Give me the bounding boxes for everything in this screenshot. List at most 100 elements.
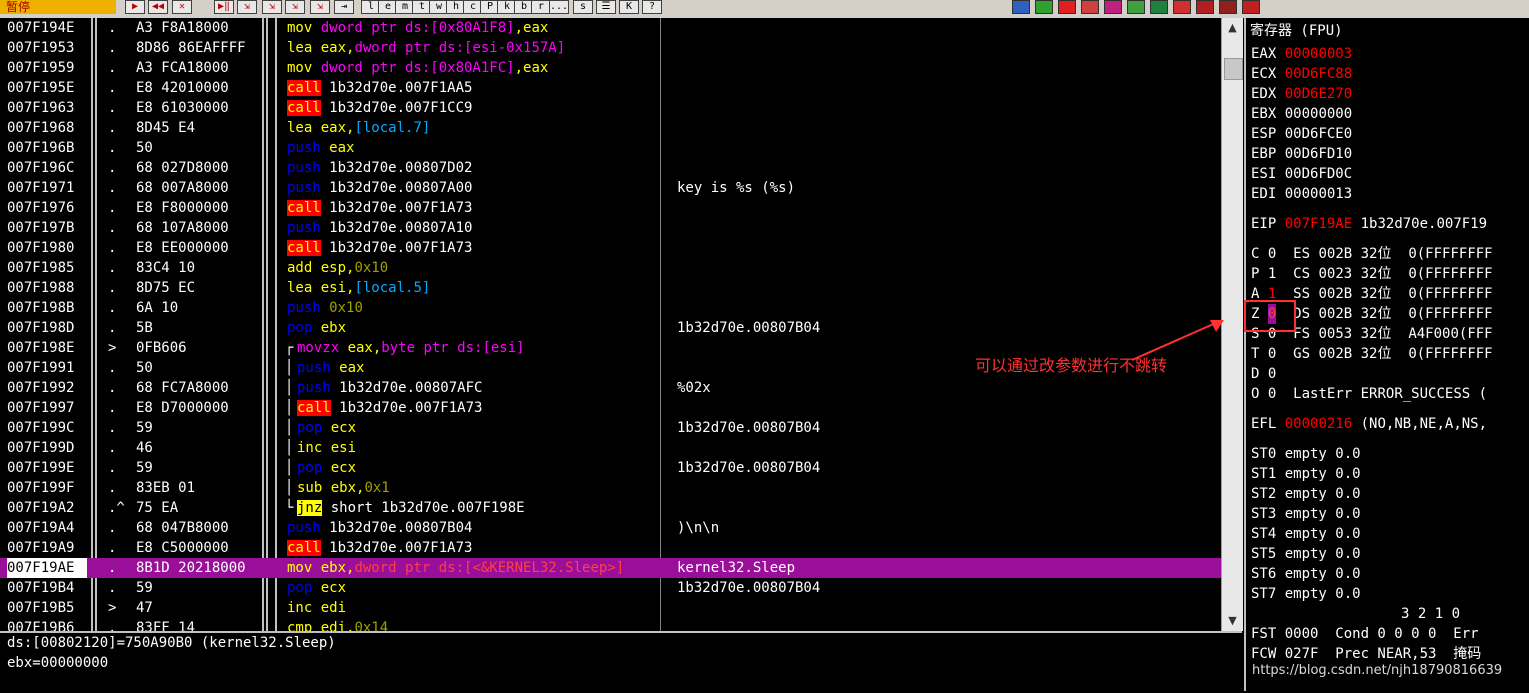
- instruction-row[interactable]: 007F199C. 59 │ pop ecx 1b32d70e.00807B04: [0, 418, 1221, 438]
- registers-title[interactable]: 寄存器 (FPU): [1250, 20, 1529, 42]
- log-icon[interactable]: [1173, 0, 1191, 14]
- instruction-row[interactable]: 007F1976. E8 F8000000 call 1b32d70e.007F1A…: [0, 198, 1221, 218]
- register-edi[interactable]: EDI 00000013: [1251, 184, 1529, 204]
- instruction-row[interactable]: 007F197B. 68 107A8000 push 1b32d70e.00807A…: [0, 218, 1221, 238]
- fpu-register-st6[interactable]: ST6 empty 0.0: [1251, 564, 1529, 584]
- fpu-register-st7[interactable]: ST7 empty 0.0: [1251, 584, 1529, 604]
- toolbar-button[interactable]: ◀◀: [148, 0, 168, 14]
- window-icon[interactable]: [1012, 0, 1030, 14]
- register-eax[interactable]: EAX 00000003: [1251, 44, 1529, 64]
- modules-icon[interactable]: [1150, 0, 1168, 14]
- scroll-thumb[interactable]: [1224, 58, 1243, 80]
- flag-d[interactable]: D 0: [1251, 364, 1529, 384]
- instruction-row[interactable]: 007F1953. 8D86 86EAFFFF lea eax,dword ptr …: [0, 38, 1221, 58]
- instruction-row[interactable]: 007F1968. 8D45 E4 lea eax,[local.7]: [0, 118, 1221, 138]
- register-value[interactable]: 00000013: [1285, 186, 1352, 202]
- toolbar-button[interactable]: ⇲: [262, 0, 282, 14]
- toolbar-button[interactable]: ⇲: [310, 0, 330, 14]
- toolbar-button[interactable]: ☰: [596, 0, 616, 14]
- toolbar-button[interactable]: ...: [549, 0, 569, 14]
- flag-t[interactable]: T 0 GS 002B 32位 0(FFFFFFFF: [1251, 344, 1529, 364]
- instruction-row[interactable]: 007F194E. A3 F8A18000 mov dword ptr ds:[0x…: [0, 18, 1221, 38]
- instruction-row[interactable]: 007F199F. 83EB 01 │ sub ebx,0x1: [0, 478, 1221, 498]
- toolbar-button[interactable]: ⇥: [334, 0, 354, 14]
- scroll-up-icon[interactable]: ▲: [1222, 18, 1243, 38]
- register-ecx[interactable]: ECX 00D6FC88: [1251, 64, 1529, 84]
- instruction-row[interactable]: 007F198D. 5B pop ebx 1b32d70e.00807B04: [0, 318, 1221, 338]
- register-esi[interactable]: ESI 00D6FD0C: [1251, 164, 1529, 184]
- scroll-down-icon[interactable]: ▼: [1222, 611, 1243, 631]
- instruction-row[interactable]: 007F19A4. 68 047B8000 push 1b32d70e.00807B…: [0, 518, 1221, 538]
- flag-c[interactable]: C 0 ES 002B 32位 0(FFFFFFFF: [1251, 244, 1529, 264]
- instruction-row[interactable]: 007F196B. 50 push eax: [0, 138, 1221, 158]
- breakpoint-icon[interactable]: [1081, 0, 1099, 14]
- memory-icon[interactable]: [1127, 0, 1145, 14]
- fpu-register-st4[interactable]: ST4 empty 0.0: [1251, 524, 1529, 544]
- info-pane[interactable]: ds:[00802120]=750A90B0 (kernel32.Sleep) …: [0, 631, 1242, 693]
- instruction-row[interactable]: 007F1963. E8 61030000 call 1b32d70e.007F1C…: [0, 98, 1221, 118]
- toolbar-button[interactable]: ✕: [172, 0, 192, 14]
- register-esp[interactable]: ESP 00D6FCE0: [1251, 124, 1529, 144]
- instruction-row[interactable]: 007F1997. E8 D7000000 │ call 1b32d70e.007F1…: [0, 398, 1221, 418]
- selected-instruction-row[interactable]: 007F19AE. 8B1D 20218000 mov ebx,dword ptr …: [0, 558, 1221, 578]
- instruction-row[interactable]: 007F19B4. 59 pop ecx 1b32d70e.00807B04: [0, 578, 1221, 598]
- fpu-register-st3[interactable]: ST3 empty 0.0: [1251, 504, 1529, 524]
- instruction-row[interactable]: 007F199D. 46 │ inc esi: [0, 438, 1221, 458]
- fpu-control-word[interactable]: FCW 027F Prec NEAR,53 掩码: [1251, 644, 1529, 664]
- instruction-row[interactable]: 007F1985. 83C4 10 add esp,0x10: [0, 258, 1221, 278]
- instruction-row[interactable]: 007F19A9. E8 C5000000 call 1b32d70e.007F1A…: [0, 538, 1221, 558]
- register-value[interactable]: 00000003: [1285, 46, 1352, 62]
- register-ebp[interactable]: EBP 00D6FD10: [1251, 144, 1529, 164]
- plugin-icon[interactable]: [1242, 0, 1260, 14]
- register-gap: [1276, 86, 1284, 102]
- register-edx[interactable]: EDX 00D6E270: [1251, 84, 1529, 104]
- register-value[interactable]: 00D6FCE0: [1285, 126, 1352, 142]
- instruction-row[interactable]: 007F1988. 8D75 EC lea esi,[local.5]: [0, 278, 1221, 298]
- patch-icon[interactable]: [1104, 0, 1122, 14]
- handles-icon[interactable]: [1058, 0, 1076, 14]
- instruction-row[interactable]: 007F19A2 .^ 75 EA └ jnz short 1b32d70e.007F1…: [0, 498, 1221, 518]
- instruction-row[interactable]: 007F1980. E8 EE000000 call 1b32d70e.007F1A…: [0, 238, 1221, 258]
- register-gap: [1276, 66, 1284, 82]
- threads-icon[interactable]: [1035, 0, 1053, 14]
- toolbar-button[interactable]: ▶: [125, 0, 145, 14]
- instruction-row[interactable]: 007F196C. 68 027D8000 push 1b32d70e.00807D…: [0, 158, 1221, 178]
- trace-icon[interactable]: [1196, 0, 1214, 14]
- fpu-register-st1[interactable]: ST1 empty 0.0: [1251, 464, 1529, 484]
- register-value[interactable]: 00000000: [1285, 106, 1352, 122]
- instruction-row[interactable]: 007F195E. E8 42010000 call 1b32d70e.007F1A…: [0, 78, 1221, 98]
- register-value[interactable]: 007F19AE: [1285, 216, 1352, 232]
- library-icon[interactable]: [1219, 0, 1237, 14]
- register-value[interactable]: 00D6E270: [1285, 86, 1352, 102]
- fpu-register-st5[interactable]: ST5 empty 0.0: [1251, 544, 1529, 564]
- flag-p[interactable]: P 1 CS 0023 32位 0(FFFFFFFF: [1251, 264, 1529, 284]
- register-ebx[interactable]: EBX 00000000: [1251, 104, 1529, 124]
- toolbar-button[interactable]: ▶‖: [214, 0, 234, 14]
- registers-pane[interactable]: 寄存器 (FPU) EAX 00000003 ECX 00D6FC88 EDX 00…: [1244, 18, 1529, 691]
- fpu-register-st0[interactable]: ST0 empty 0.0: [1251, 444, 1529, 464]
- fpu-header[interactable]: 3 2 1 0: [1251, 604, 1529, 624]
- flag-o[interactable]: O 0 LastErr ERROR_SUCCESS (: [1251, 384, 1529, 404]
- toolbar-button[interactable]: s: [573, 0, 593, 14]
- fpu-status-word[interactable]: FST 0000 Cond 0 0 0 0 Err: [1251, 624, 1529, 644]
- register-value[interactable]: 00D6FD0C: [1285, 166, 1352, 182]
- fpu-register-st2[interactable]: ST2 empty 0.0: [1251, 484, 1529, 504]
- instruction-row[interactable]: 007F1959. A3 FCA18000 mov dword ptr ds:[0x…: [0, 58, 1221, 78]
- instruction-row[interactable]: 007F1992. 68 FC7A8000 │ push 1b32d70e.00807…: [0, 378, 1221, 398]
- instruction-row[interactable]: 007F19B6. 83FF 14 cmp edi,0x14: [0, 618, 1221, 631]
- instruction-row[interactable]: 007F19B5 >47 inc edi: [0, 598, 1221, 618]
- instruction-row[interactable]: 007F199E. 59 │ pop ecx 1b32d70e.00807B04: [0, 458, 1221, 478]
- toolbar-button[interactable]: ⇲: [285, 0, 305, 14]
- toolbar-button[interactable]: ⇲: [237, 0, 257, 14]
- register-efl[interactable]: EFL 00000216 (NO,NB,NE,A,NS,: [1251, 414, 1529, 434]
- disassembly-pane[interactable]: 007F194E. A3 F8A18000 mov dword ptr ds:[0x…: [0, 18, 1221, 631]
- register-value[interactable]: 00000216: [1285, 416, 1352, 432]
- toolbar-button[interactable]: K: [619, 0, 639, 14]
- instruction-row[interactable]: 007F198B. 6A 10 push 0x10: [0, 298, 1221, 318]
- register-value[interactable]: 00D6FD10: [1285, 146, 1352, 162]
- register-eip[interactable]: EIP 007F19AE 1b32d70e.007F19: [1251, 214, 1529, 234]
- instruction-row[interactable]: 007F1971. 68 007A8000 push 1b32d70e.00807A…: [0, 178, 1221, 198]
- toolbar-button[interactable]: r: [531, 0, 551, 14]
- toolbar-button[interactable]: ?: [642, 0, 662, 14]
- register-value[interactable]: 00D6FC88: [1285, 66, 1352, 82]
